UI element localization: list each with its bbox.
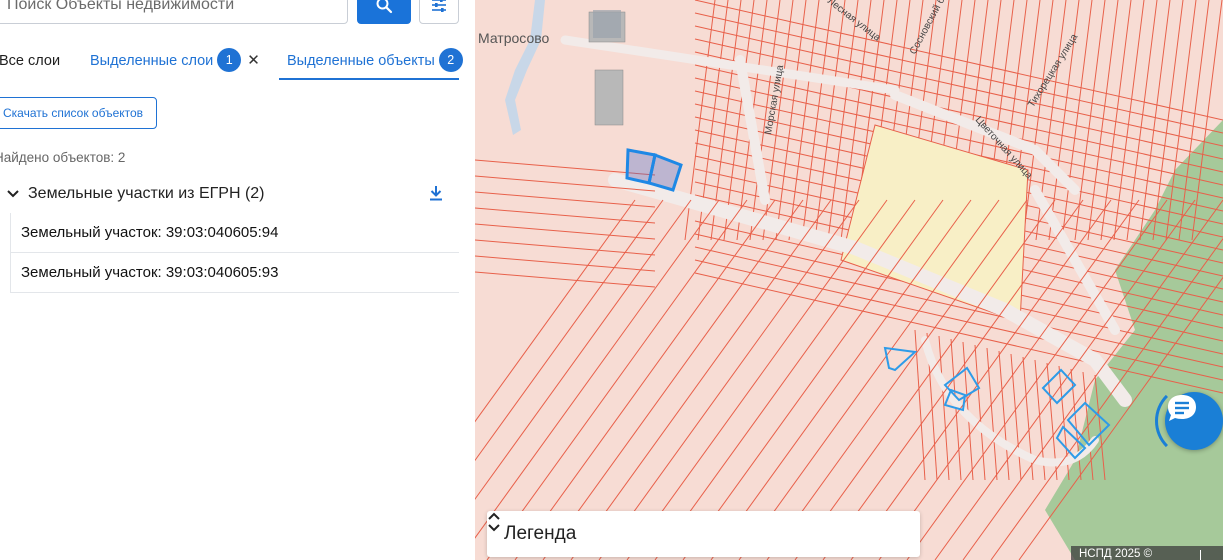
street-label: Лесная улица — [825, 0, 882, 44]
download-icon[interactable] — [428, 184, 444, 202]
field-stripe — [475, 199, 664, 462]
structures — [593, 10, 621, 38]
count-badge: 2 — [438, 48, 463, 73]
group-title: Земельные участки из ЕГРН (2) — [28, 185, 265, 202]
tab-selected-objects[interactable]: Выделенные объекты 2 — [279, 42, 463, 80]
cadastral-map[interactable]: Морская улица Цветочная улица Тихорецкая… — [475, 0, 1223, 560]
parcel-line — [1087, 0, 1119, 241]
chevron-down-icon[interactable] — [6, 187, 20, 201]
field-stripe — [475, 271, 656, 288]
structure — [593, 10, 621, 38]
parcel-line — [1113, 0, 1145, 241]
legend-panel[interactable]: Легенда — [487, 511, 920, 557]
parcel-line — [1126, 0, 1158, 241]
search-input[interactable] — [7, 0, 337, 23]
chat-button[interactable] — [1165, 392, 1223, 450]
parcel-line — [986, 347, 998, 481]
scale-tick — [1200, 550, 1201, 560]
attribution-text: НСПД 2025 © — [1079, 548, 1153, 560]
list-item[interactable]: Земельный участок: 39:03:040605:94 — [10, 213, 459, 253]
field-stripe — [475, 191, 656, 208]
parcel-line — [998, 350, 1010, 481]
field-stripe — [542, 199, 804, 560]
field-stripe — [475, 199, 636, 423]
group-header[interactable]: Земельные участки из ЕГРН (2) — [0, 180, 460, 208]
tab-selected-layers[interactable]: Выделенные слои 1 ✕ — [90, 42, 260, 80]
field-stripe — [682, 199, 944, 560]
tab-label: Выделенные слои — [90, 53, 214, 69]
parcel-line — [1010, 353, 1022, 481]
field-stripe — [486, 199, 748, 560]
close-icon[interactable]: ✕ — [247, 42, 260, 80]
parcel-line — [1100, 0, 1132, 241]
download-list-button[interactable]: Скачать список объектов — [0, 97, 157, 129]
highlight-parcel — [840, 124, 1029, 323]
list-item[interactable]: Земельный участок: 39:03:040605:93 — [10, 253, 459, 293]
field-stripe — [475, 255, 656, 272]
search-icon — [376, 0, 393, 14]
filter-button[interactable] — [419, 0, 459, 24]
expand-toggle-icon[interactable] — [487, 511, 501, 533]
sliders-icon — [432, 0, 446, 12]
chat-icon — [1168, 395, 1196, 421]
selected-parcel-93 — [647, 152, 683, 192]
tab-bar: Все слои Выделенные слои 1 ✕ Выделенные об… — [0, 42, 463, 80]
street-label: Сосновский бульвар — [907, 0, 962, 56]
parcel-line — [814, 0, 846, 241]
tab-label: Все слои — [0, 53, 61, 69]
object-list: Земельный участок: 39:03:040605:94 Земел… — [10, 213, 459, 293]
tab-all-layers[interactable]: Все слои — [0, 42, 60, 80]
field-stripe — [475, 223, 656, 240]
legend-title: Легенда — [504, 523, 577, 544]
place-label: Матросово — [478, 30, 550, 46]
map-canvas[interactable]: Морская улица Цветочная улица Тихорецкая… — [475, 0, 1223, 560]
road-north — [735, 55, 770, 205]
water-stream — [505, 0, 545, 135]
field-stripe — [475, 199, 720, 539]
search-button[interactable] — [357, 0, 411, 24]
building — [594, 69, 624, 126]
field-stripe — [475, 199, 692, 500]
field-stripe — [626, 199, 888, 560]
count-badge: 1 — [217, 48, 242, 73]
field-stripe — [475, 239, 656, 256]
field-stripe — [570, 199, 832, 560]
tab-label: Выделенные объекты — [287, 53, 435, 69]
search-box — [0, 0, 348, 24]
found-count: Найдено объектов: 2 — [0, 150, 126, 165]
parcel-line — [938, 335, 950, 481]
search-panel: Все слои Выделенные слои1✕ Выделенные об… — [0, 0, 475, 560]
